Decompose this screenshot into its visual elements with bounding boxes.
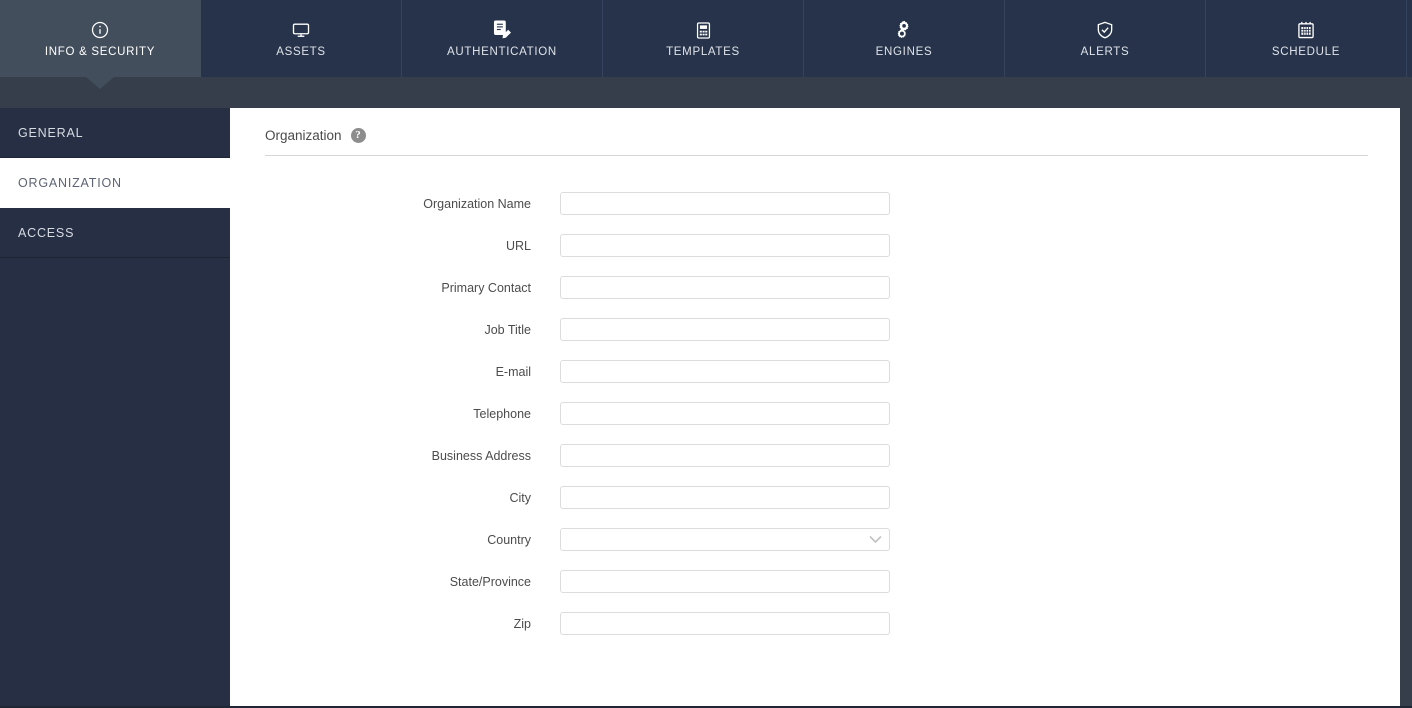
active-tab-pointer: [86, 77, 114, 89]
field-label: Zip: [513, 616, 531, 631]
sub-toolbar-band: [0, 77, 1412, 108]
organization-name-input[interactable]: [560, 192, 890, 215]
field-label: Job Title: [484, 322, 531, 337]
field-row-primary-contact: Primary Contact: [230, 276, 1400, 299]
field-label: Primary Contact: [441, 280, 531, 295]
section-header: Organization ?: [265, 128, 1368, 156]
field-label: URL: [505, 238, 531, 253]
tab-label: ALERTS: [1080, 46, 1130, 59]
right-scroll-rail[interactable]: [1400, 108, 1412, 706]
city-input[interactable]: [560, 486, 890, 509]
telephone-input[interactable]: [560, 402, 890, 425]
field-label: Country: [487, 532, 531, 547]
tab-info-security[interactable]: INFO & SECURITY: [0, 0, 201, 77]
help-icon[interactable]: ?: [350, 128, 366, 143]
template-form-icon: [694, 18, 713, 40]
tab-label: INFO & SECURITY: [44, 46, 156, 59]
field-row-organization-name: Organization Name: [230, 192, 1400, 215]
sidebar: GENERAL ORGANIZATION ACCESS: [0, 108, 230, 706]
field-row-zip: Zip: [230, 612, 1400, 635]
field-label: Business Address: [431, 448, 531, 463]
country-select[interactable]: [560, 528, 890, 551]
tab-engines[interactable]: ENGINES: [804, 0, 1005, 77]
organization-form: Organization Name URL Primary Contact Jo…: [230, 192, 1400, 635]
sidebar-item-label: GENERAL: [18, 125, 84, 140]
gears-icon: [894, 18, 915, 40]
field-label: E-mail: [495, 364, 531, 379]
calendar-icon: [1296, 18, 1316, 40]
tab-label: SCHEDULE: [1271, 46, 1341, 59]
page-title: Organization: [265, 128, 342, 143]
sidebar-item-access[interactable]: ACCESS: [0, 208, 230, 258]
field-row-country: Country: [230, 528, 1400, 551]
business-address-input[interactable]: [560, 444, 890, 467]
field-label: City: [509, 490, 531, 505]
tab-label: AUTHENTICATION: [447, 46, 557, 59]
tab-label: ASSETS: [276, 46, 326, 59]
field-row-url: URL: [230, 234, 1400, 257]
email-input[interactable]: [560, 360, 890, 383]
sidebar-item-label: ORGANIZATION: [18, 175, 122, 190]
shield-check-icon: [1095, 18, 1115, 40]
sidebar-item-organization[interactable]: ORGANIZATION: [0, 158, 230, 208]
field-row-job-title: Job Title: [230, 318, 1400, 341]
tab-alerts[interactable]: ALERTS: [1005, 0, 1206, 77]
tab-assets[interactable]: ASSETS: [201, 0, 402, 77]
field-label: Telephone: [473, 406, 531, 421]
info-circle-icon: [90, 18, 110, 40]
monitor-icon: [291, 18, 311, 40]
primary-contact-input[interactable]: [560, 276, 890, 299]
field-row-business-address: Business Address: [230, 444, 1400, 467]
tab-label: ENGINES: [875, 46, 933, 59]
field-label: State/Province: [449, 574, 531, 589]
tab-label: TEMPLATES: [666, 46, 740, 59]
tab-schedule[interactable]: SCHEDULE: [1206, 0, 1407, 77]
field-row-telephone: Telephone: [230, 402, 1400, 425]
field-row-email: E-mail: [230, 360, 1400, 383]
job-title-input[interactable]: [560, 318, 890, 341]
tab-templates[interactable]: TEMPLATES: [603, 0, 804, 77]
top-tab-bar: INFO & SECURITY ASSETS AUTHENTICATION TE…: [0, 0, 1412, 77]
tab-authentication[interactable]: AUTHENTICATION: [402, 0, 603, 77]
document-pen-icon: [492, 18, 513, 40]
field-row-state-province: State/Province: [230, 570, 1400, 593]
main-content: Organization ? Organization Name URL Pri…: [230, 108, 1400, 706]
field-label: Organization Name: [423, 196, 531, 211]
url-input[interactable]: [560, 234, 890, 257]
state-province-input[interactable]: [560, 570, 890, 593]
sidebar-item-label: ACCESS: [18, 225, 75, 240]
sidebar-item-general[interactable]: GENERAL: [0, 108, 230, 158]
zip-input[interactable]: [560, 612, 890, 635]
field-row-city: City: [230, 486, 1400, 509]
country-select-wrapper: [560, 528, 890, 551]
